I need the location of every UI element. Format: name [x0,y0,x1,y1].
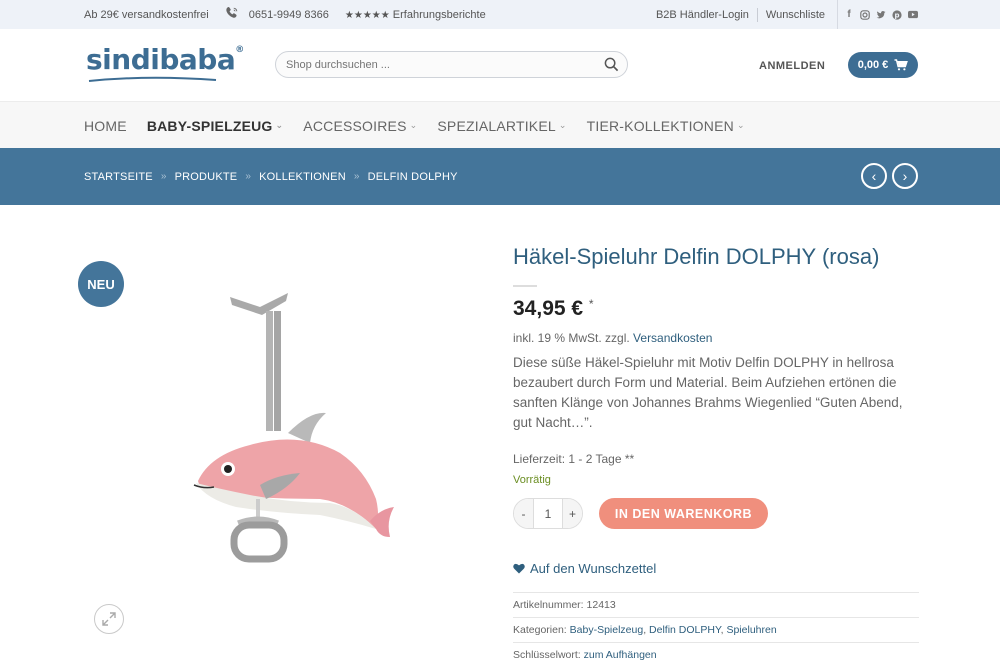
breadcrumb-band: STARTSEITE » PRODUKTE » KOLLEKTIONEN » D… [0,148,1000,205]
new-badge: NEU [78,261,124,307]
wishlist-link[interactable]: Wunschliste [766,9,825,21]
category-link[interactable]: Baby-Spielzeug [570,624,644,636]
login-link[interactable]: ANMELDEN [759,60,825,72]
rating-stars: ★★★★★ [344,9,390,21]
nav-label: ACCESSOIRES [303,117,407,134]
tax-info: inkl. 19 % MwSt. zzgl. Versandkosten [513,331,712,345]
twitter-icon[interactable] [876,10,886,20]
breadcrumb-separator: » [160,171,167,182]
price-note: * [588,297,594,311]
keyword-row: Schlüsselwort: zum Aufhängen [513,642,919,666]
quantity-decrease-button[interactable]: - [514,499,534,528]
logo-swoosh [88,76,217,82]
heart-icon [513,563,525,574]
divider [837,0,838,29]
main-nav: HOME BABY-SPIELZEUG ⌄ ACCESSOIRES ⌄ SPEZIA… [0,101,1000,148]
registered-mark: ® [235,45,244,55]
divider [756,7,758,22]
b2b-login-link[interactable]: B2B Händler-Login [656,9,749,21]
product-price: 34,95 € * [513,297,594,321]
nav-label: BABY-SPIELZEUG [146,117,273,134]
product-description: Diese süße Häkel-Spieluhr mit Motiv Delf… [513,355,903,430]
next-product-button[interactable]: › [892,163,918,189]
keyword-link[interactable]: zum Aufhängen [584,649,657,661]
title-divider [513,285,537,287]
prev-product-button[interactable]: ‹ [861,163,887,189]
price-value: 34,95 € [513,297,584,320]
reviews-link[interactable]: Erfahrungsberichte [393,9,486,21]
cart-button[interactable]: 0,00 € [848,52,918,78]
breadcrumb-current[interactable]: DELFIN DOLPHY [368,171,458,183]
shipping-cost-link[interactable]: Versandkosten [633,331,712,345]
logo[interactable]: sindibaba® [86,43,244,76]
sku-label: Artikelnummer: [513,599,584,611]
tax-text: inkl. 19 % MwSt. zzgl. [513,331,630,345]
chevron-right-icon: › [902,168,908,184]
site-header: sindibaba® ANMELDEN 0,00 € [0,29,1000,101]
chevron-down-icon: ⌄ [736,120,745,130]
categories-label: Kategorien: [513,624,567,636]
chevron-down-icon: ⌄ [558,120,567,130]
quantity-increase-button[interactable]: + [562,499,582,528]
nav-label: HOME [84,117,127,134]
breadcrumb-separator: » [353,171,360,182]
pinterest-icon[interactable]: p [892,9,902,20]
add-to-wishlist[interactable]: Auf den Wunschzettel [513,561,656,576]
sku-value: 12413 [586,599,616,611]
add-to-cart-button[interactable]: IN DEN WARENKORB [599,498,768,529]
nav-item-tier-kollektionen[interactable]: TIER-KOLLEKTIONEN ⌄ [587,118,745,134]
categories-row: Kategorien: Baby-Spielzeug, Delfin DOLPH… [513,617,919,641]
zoom-button[interactable] [94,604,124,634]
nav-label: TIER-KOLLEKTIONEN [586,117,734,134]
phone-number[interactable]: 0651-9949 8366 [249,9,329,21]
social-links: f p [844,9,918,20]
cart-icon [894,59,909,71]
top-bar: Ab 29€ versandkostenfrei 0651-9949 8366 … [0,0,1000,29]
nav-item-baby-spielzeug[interactable]: BABY-SPIELZEUG ⌄ [147,118,283,134]
breadcrumb-separator: » [245,171,252,182]
sku-row: Artikelnummer: 12413 [513,592,919,616]
quantity-input[interactable]: 1 [534,499,562,528]
category-link[interactable]: Spieluhren [726,624,776,636]
wishlist-label: Auf den Wunschzettel [530,561,657,576]
youtube-icon[interactable] [908,10,918,20]
category-link[interactable]: Delfin DOLPHY [649,624,721,636]
quantity-stepper: - 1 + [513,498,583,529]
nav-item-spezialartikel[interactable]: SPEZIALARTIKEL ⌄ [437,118,566,134]
phone-icon [225,6,239,23]
logo-text: sindibaba [86,43,236,76]
expand-icon [102,612,116,626]
breadcrumb: STARTSEITE » PRODUKTE » KOLLEKTIONEN » D… [84,148,458,205]
breadcrumb-collections[interactable]: KOLLEKTIONEN [259,171,346,183]
facebook-icon[interactable]: f [844,9,854,20]
instagram-icon[interactable] [860,9,870,20]
keyword-label: Schlüsselwort: [513,649,581,661]
delivery-time: Lieferzeit: 1 - 2 Tage ** [513,452,635,466]
chevron-left-icon: ‹ [871,168,877,184]
chevron-down-icon: ⌄ [409,120,418,130]
stock-status: Vorrätig [513,474,551,486]
breadcrumb-products[interactable]: PRODUKTE [175,171,238,183]
svg-text:p: p [894,11,899,19]
product-image[interactable] [180,285,410,575]
shipping-info: Ab 29€ versandkostenfrei [84,8,209,21]
nav-label: SPEZIALARTIKEL [437,117,556,134]
breadcrumb-home[interactable]: STARTSEITE [84,171,153,183]
cart-total: 0,00 € [857,59,889,71]
search-input[interactable] [286,58,586,71]
nav-item-home[interactable]: HOME [84,118,127,134]
search-icon[interactable] [604,57,619,72]
nav-item-accessoires[interactable]: ACCESSOIRES ⌄ [303,118,417,134]
product-title: Häkel-Spieluhr Delfin DOLPHY (rosa) [513,244,880,269]
chevron-down-icon: ⌄ [275,120,284,130]
search-bar[interactable] [275,51,628,78]
